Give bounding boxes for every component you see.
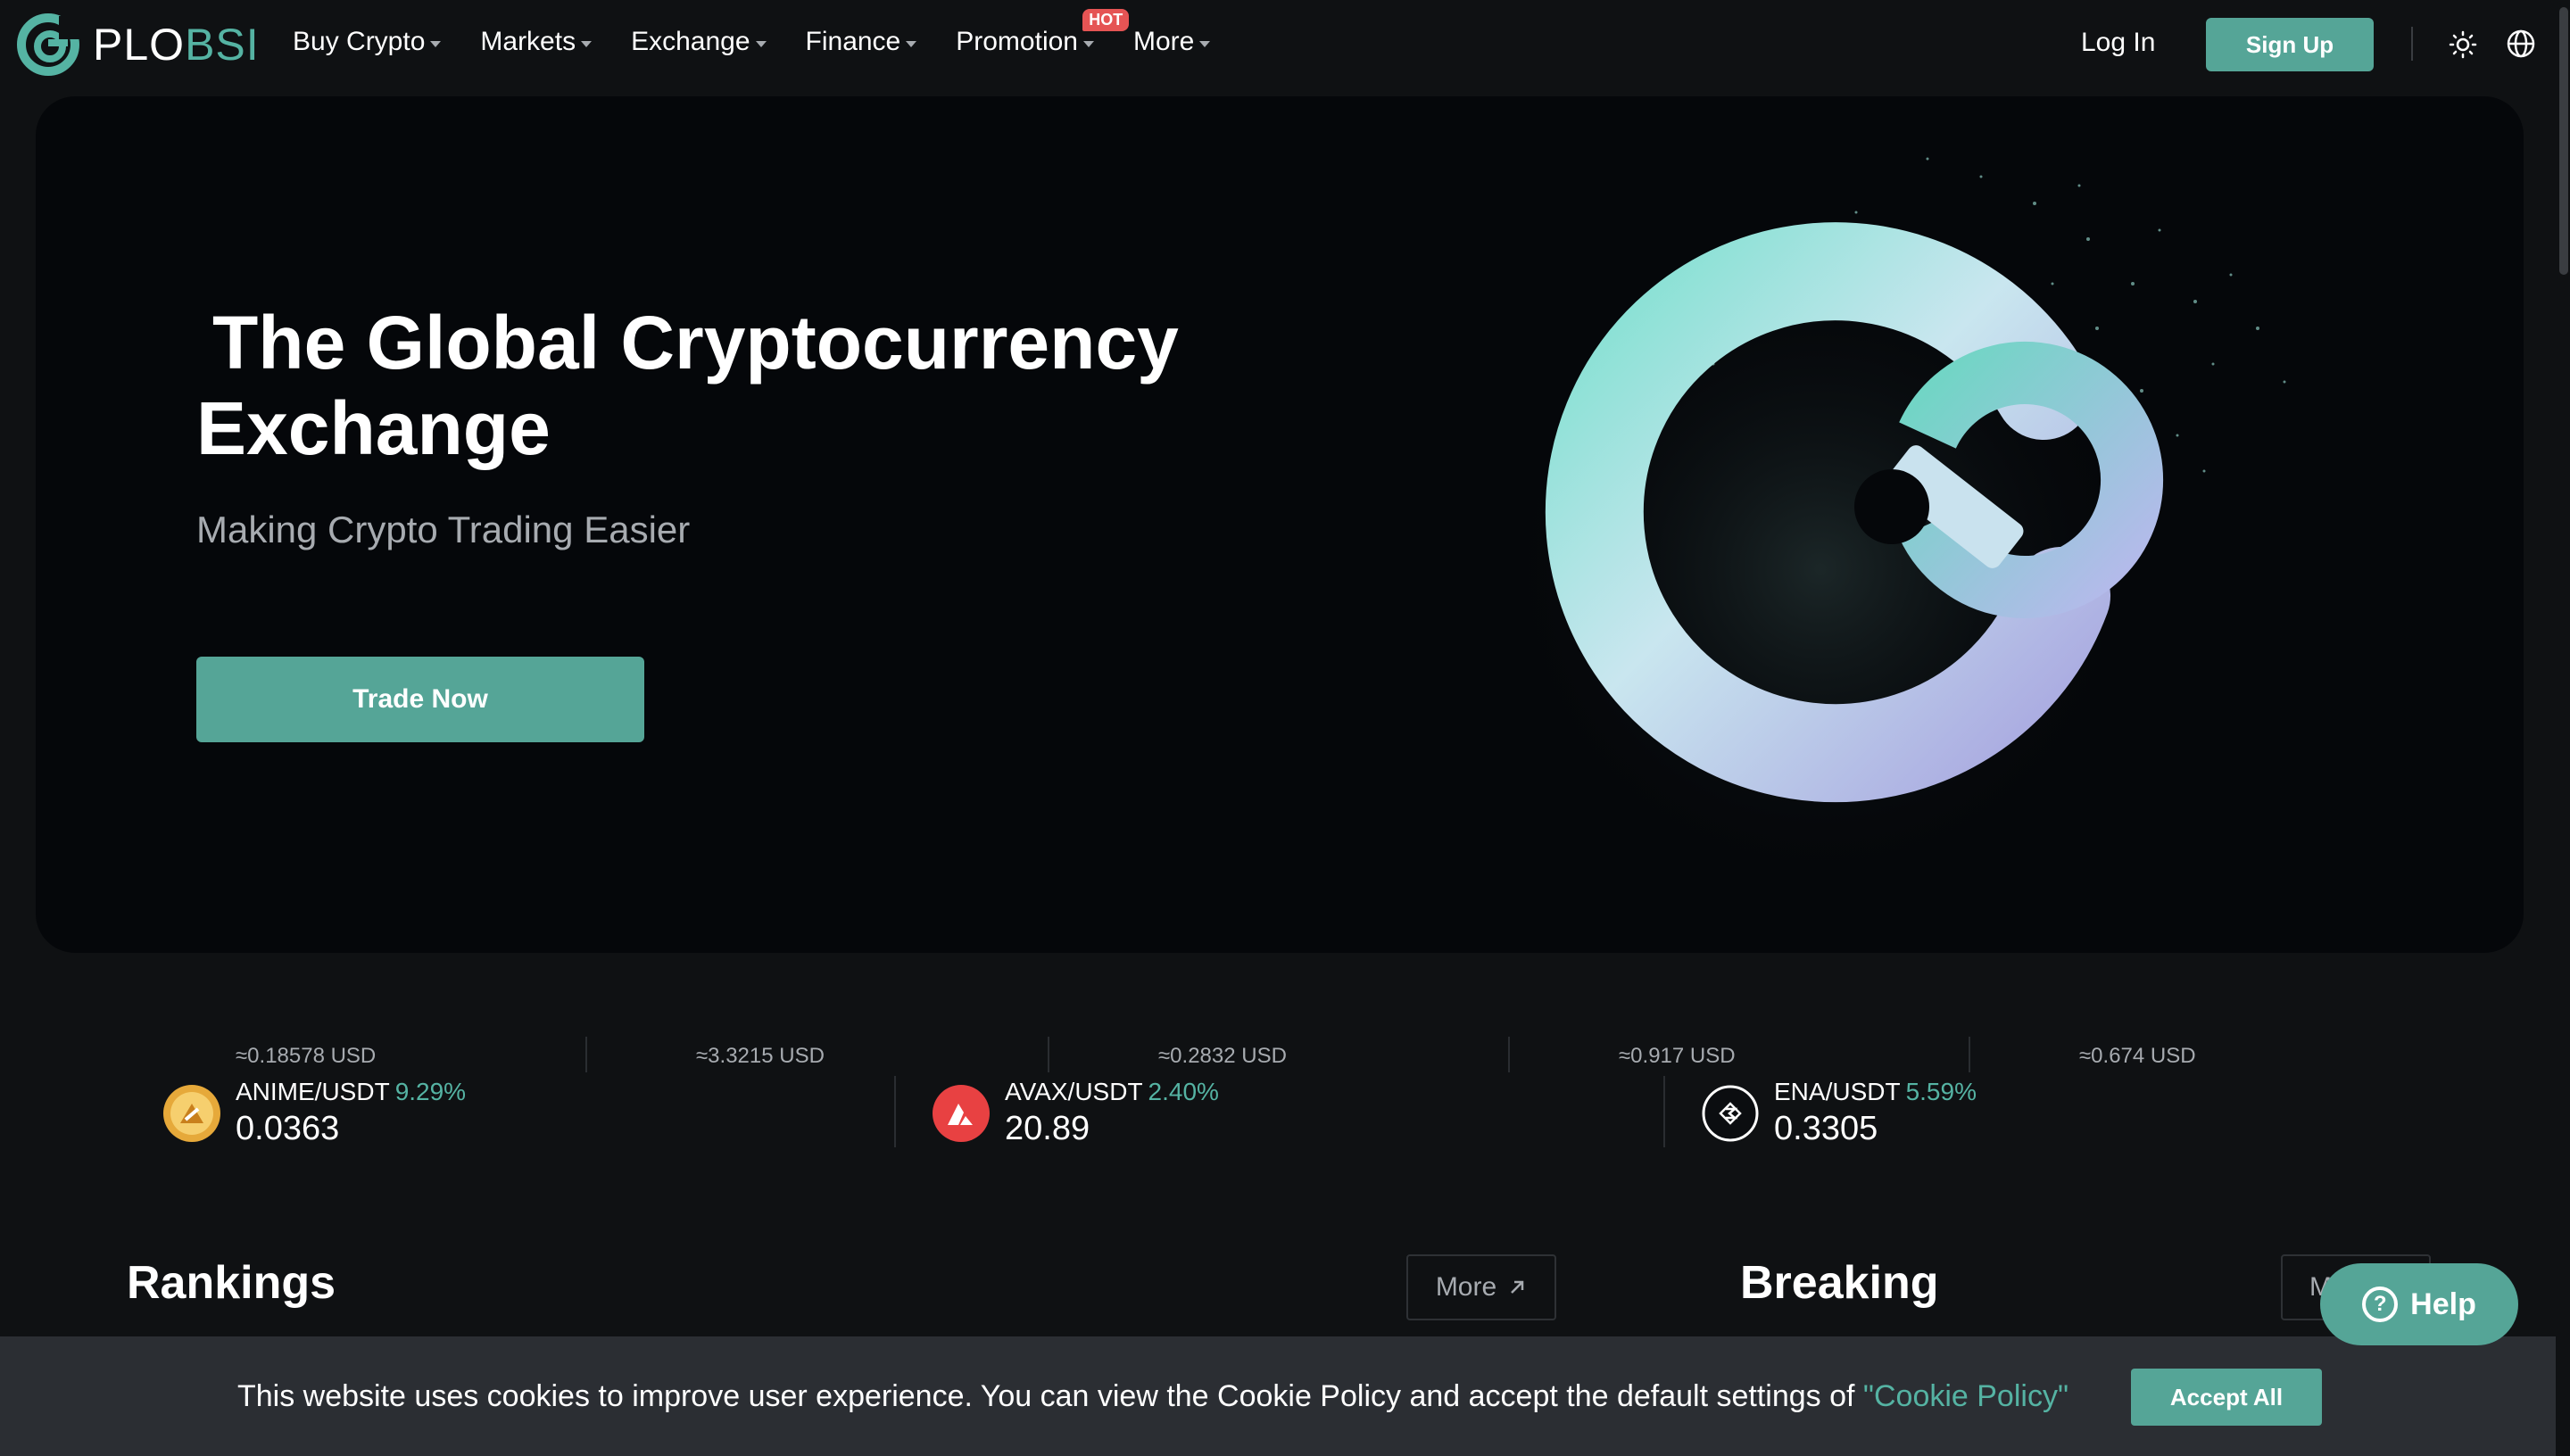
ticker-card-avax[interactable]: AVAX/USDT 2.40% 20.89 — [932, 1078, 1219, 1148]
ena-coin-icon — [1702, 1085, 1759, 1141]
usd-reference: ≈3.3215 USD — [696, 1044, 825, 1068]
plobsi-logo-icon — [17, 13, 80, 76]
trade-now-button[interactable]: Trade Now — [196, 657, 644, 742]
ticker-divider — [1969, 1037, 1970, 1072]
signup-button[interactable]: Sign Up — [2206, 18, 2374, 71]
logo-text-white: PLO — [93, 20, 186, 70]
menu-label: Buy Crypto — [293, 27, 426, 56]
menu-label: Promotion — [956, 27, 1078, 56]
menu-label: Exchange — [631, 27, 750, 56]
menu-label: More — [1132, 27, 1195, 56]
ticker-divider — [585, 1037, 587, 1072]
ticker-divider — [1508, 1037, 1510, 1072]
main-menu: Buy Crypto Markets Exchange Finance Prom… — [293, 9, 1249, 57]
rankings-more-button[interactable]: More — [1406, 1254, 1556, 1320]
ticker-card-anime[interactable]: ANIME/USDT 9.29% 0.0363 — [162, 1078, 466, 1148]
usd-reference: ≈0.917 USD — [1619, 1044, 1736, 1068]
usd-reference: ≈0.674 USD — [2079, 1044, 2196, 1068]
nav-divider — [2411, 27, 2413, 61]
top-navigation: PLOBSI Buy Crypto Markets Exchange Finan… — [0, 0, 2570, 89]
pair-name: AVAX/USDT — [1005, 1078, 1143, 1105]
avax-coin-icon — [933, 1084, 990, 1142]
ticker-info: ANIME/USDT 9.29% 0.0363 — [236, 1078, 466, 1148]
menu-label: Finance — [805, 27, 901, 56]
menu-buy-crypto[interactable]: Buy Crypto — [293, 27, 442, 57]
pair-name: ENA/USDT — [1774, 1078, 1901, 1105]
logo-text-green: BSI — [185, 20, 260, 70]
menu-label: Markets — [480, 27, 576, 56]
breaking-title: Breaking — [1740, 1257, 1939, 1309]
logo-text: PLOBSI — [93, 19, 260, 70]
cookie-text: This website uses cookies to improve use… — [237, 1379, 1863, 1413]
question-icon: ? — [2362, 1286, 2399, 1322]
ticker-info: ENA/USDT 5.59% 0.3305 — [1774, 1078, 1977, 1148]
more-label: More — [1435, 1272, 1497, 1302]
hero-logo-illustration — [1499, 157, 2286, 890]
price: 0.0363 — [236, 1110, 340, 1147]
chevron-down-icon — [1082, 40, 1094, 47]
menu-exchange[interactable]: Exchange — [631, 27, 767, 57]
chevron-down-icon — [755, 40, 767, 47]
logo[interactable]: PLOBSI — [16, 12, 260, 77]
pair-name: ANIME/USDT — [236, 1078, 390, 1105]
change-percent: 9.29% — [394, 1078, 467, 1105]
ticker-card-divider — [1663, 1076, 1665, 1147]
hero-banner: The Global Cryptocurrency Exchange Makin… — [36, 96, 2524, 953]
help-button[interactable]: ? Help — [2320, 1263, 2518, 1345]
chevron-down-icon — [430, 40, 442, 47]
menu-promotion[interactable]: Promotion HOT — [956, 9, 1130, 57]
hot-badge: HOT — [1082, 9, 1130, 31]
anime-coin-icon — [163, 1084, 220, 1142]
ticker-divider — [1048, 1037, 1049, 1072]
hero-title-line1: The Global Cryptocurrency — [212, 301, 1179, 385]
rankings-title: Rankings — [127, 1257, 336, 1309]
sun-icon[interactable] — [2449, 30, 2477, 59]
hero-title-line2: Exchange — [196, 386, 551, 470]
hero-subtitle: Making Crypto Trading Easier — [196, 509, 691, 550]
usd-reference: ≈0.2832 USD — [1158, 1044, 1287, 1068]
cookie-policy-link[interactable]: "Cookie Policy" — [1863, 1379, 2068, 1413]
ticker-card-divider — [894, 1076, 896, 1147]
cookie-message: This website uses cookies to improve use… — [237, 1379, 2068, 1414]
change-percent: 5.59% — [1905, 1078, 1977, 1105]
hero-title: The Global Cryptocurrency Exchange — [196, 300, 1267, 471]
price: 0.3305 — [1774, 1110, 1878, 1147]
scrollbar-thumb[interactable] — [2559, 7, 2568, 275]
ticker-strip: ≈0.18578 USD ≈3.3215 USD ≈0.2832 USD ≈0.… — [0, 1026, 2570, 1160]
chevron-down-icon — [581, 40, 593, 47]
menu-more[interactable]: More — [1132, 27, 1211, 57]
login-link[interactable]: Log In — [2081, 28, 2155, 58]
help-label: Help — [2410, 1286, 2476, 1321]
chevron-down-icon — [1199, 40, 1211, 47]
arrow-up-right-icon — [1511, 1280, 1524, 1294]
cookie-banner: This website uses cookies to improve use… — [0, 1336, 2556, 1456]
change-percent: 2.40% — [1148, 1078, 1219, 1105]
menu-markets[interactable]: Markets — [480, 27, 593, 57]
usd-reference: ≈0.18578 USD — [236, 1044, 377, 1068]
ticker-info: AVAX/USDT 2.40% 20.89 — [1005, 1078, 1219, 1148]
chevron-down-icon — [906, 40, 917, 47]
accept-all-button[interactable]: Accept All — [2131, 1369, 2322, 1426]
price: 20.89 — [1005, 1110, 1090, 1147]
globe-icon[interactable] — [2506, 29, 2536, 59]
menu-finance[interactable]: Finance — [806, 27, 917, 57]
ticker-card-ena[interactable]: ENA/USDT 5.59% 0.3305 — [1701, 1078, 1977, 1148]
